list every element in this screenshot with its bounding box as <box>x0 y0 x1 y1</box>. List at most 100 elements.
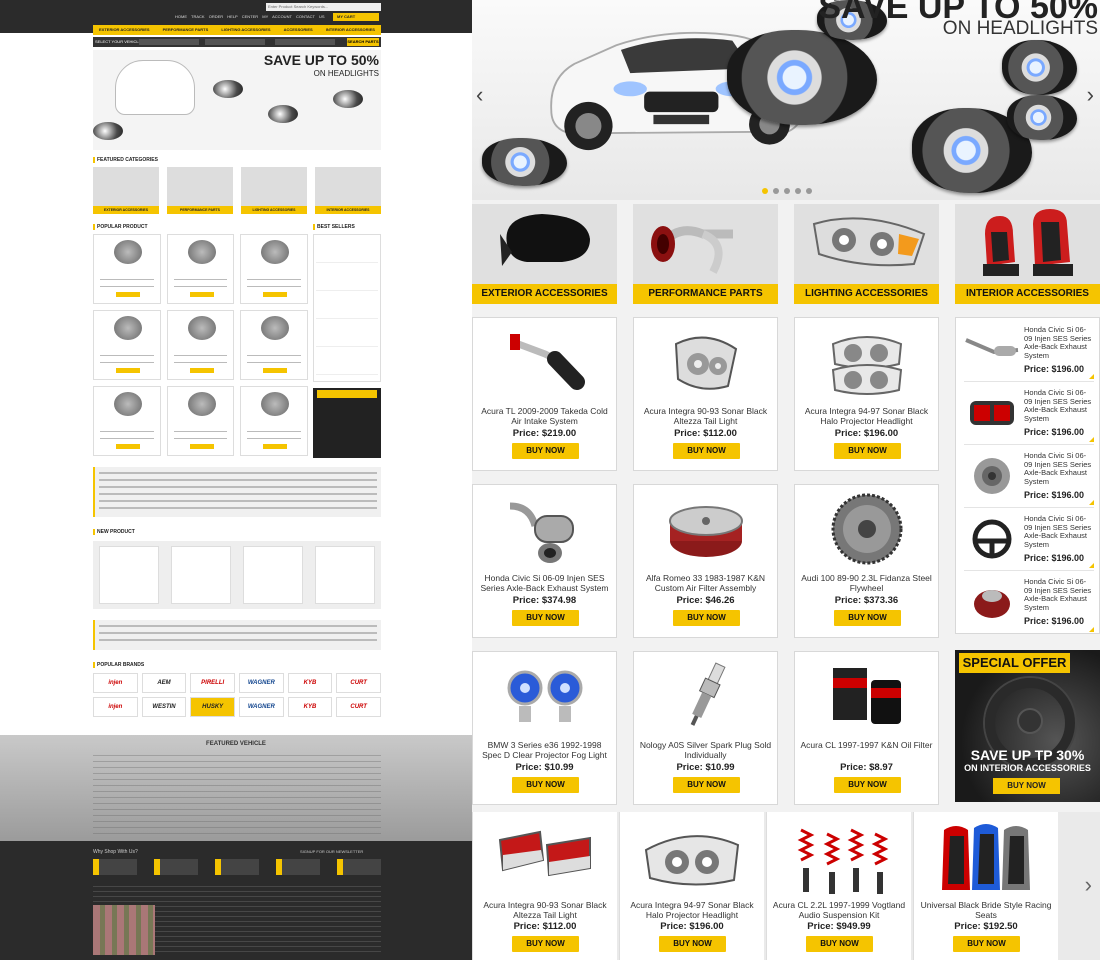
hero-banner[interactable]: ‹ › SAVE UP TO 50% ON HEADLIGHTS <box>472 0 1100 200</box>
brand-logo[interactable]: CURT <box>336 673 381 693</box>
thumb-year-select[interactable] <box>139 39 199 45</box>
thumb-category-card[interactable]: LIGHTING ACCESSORIES <box>241 167 307 214</box>
best-seller-name[interactable]: Honda Civic Si 06-09 Injen SES Series Ax… <box>1024 388 1094 423</box>
buy-now-button[interactable]: BUY NOW <box>512 777 579 793</box>
thumb-top-links[interactable]: HOME TRACK ORDER HELP CENTER MY ACCOUNT … <box>175 14 325 19</box>
product-card[interactable]: Acura TL 2009-2009 Takeda Cold Air Intak… <box>472 317 617 471</box>
brand-logo[interactable]: AEM <box>141 673 187 693</box>
product-card[interactable]: Alfa Romeo 33 1983-1987 K&N Custom Air F… <box>633 484 778 638</box>
best-seller-name[interactable]: Honda Civic Si 06-09 Injen SES Series Ax… <box>1024 514 1094 549</box>
product-name[interactable]: Alfa Romeo 33 1983-1987 K&N Custom Air F… <box>638 573 773 593</box>
best-seller-item[interactable]: Honda Civic Si 06-09 Injen SES Series Ax… <box>964 513 1094 571</box>
chevron-right-icon[interactable]: › <box>1085 872 1092 898</box>
brand-logo[interactable]: injen <box>93 673 138 693</box>
product-name[interactable]: Acura Integra 90-93 Sonar Black Altezza … <box>477 900 613 920</box>
product-name[interactable]: Audi 100 89-90 2.3L Fidanza Steel Flywhe… <box>799 573 934 593</box>
carousel-dot[interactable] <box>806 188 812 194</box>
product-name[interactable]: Acura Integra 90-93 Sonar Black Altezza … <box>638 406 773 426</box>
carousel-dot[interactable] <box>773 188 779 194</box>
special-offer-banner[interactable]: SPECIAL OFFER SAVE UP TP 30% ON INTERIOR… <box>955 650 1100 802</box>
product-card[interactable]: Acura Integra 90-93 Sonar Black Altezza … <box>633 317 778 471</box>
best-seller-name[interactable]: Honda Civic Si 06-09 Injen SES Series Ax… <box>1024 325 1094 360</box>
thumb-nav-item[interactable]: PERFORMANCE PARTS <box>163 25 209 35</box>
thumb-buy-button[interactable] <box>189 368 214 373</box>
thumb-vehicle-links[interactable] <box>93 755 381 835</box>
carousel-dot[interactable] <box>762 188 768 194</box>
thumb-newsletter[interactable]: SIGNUP FOR OUR NEWSLETTER <box>300 849 363 854</box>
product-card[interactable]: BMW 3 Series e36 1992-1998 Spec D Clear … <box>472 651 617 805</box>
best-seller-name[interactable]: Honda Civic Si 06-09 Injen SES Series Ax… <box>1024 451 1094 486</box>
best-seller-name[interactable]: Honda Civic Si 06-09 Injen SES Series Ax… <box>1024 577 1094 612</box>
thumb-category-card[interactable]: PERFORMANCE PARTS <box>167 167 233 214</box>
brand-logo[interactable]: CURT <box>336 697 381 717</box>
product-name[interactable]: Nology A0S Silver Spark Plug Sold Indivi… <box>638 740 773 760</box>
new-product-card[interactable]: Acura Integra 94-97 Sonar Black Halo Pro… <box>619 812 764 960</box>
brand-logo[interactable]: HUSKY <box>190 697 235 717</box>
thumb-buy-button[interactable] <box>116 368 140 373</box>
brand-logo[interactable]: WAGNER <box>239 697 284 717</box>
brand-logo[interactable]: injen <box>93 697 138 717</box>
buy-now-button[interactable]: BUY NOW <box>834 443 901 459</box>
thumb-product-card[interactable] <box>240 234 308 304</box>
best-seller-item[interactable]: Honda Civic Si 06-09 Injen SES Series Ax… <box>964 324 1094 382</box>
category-exterior[interactable]: EXTERIOR ACCESSORIES <box>472 204 617 304</box>
best-seller-item[interactable]: Honda Civic Si 06-09 Injen SES Series Ax… <box>964 450 1094 508</box>
product-card[interactable]: Audi 100 89-90 2.3L Fidanza Steel Flywhe… <box>794 484 939 638</box>
buy-now-button[interactable]: BUY NOW <box>659 936 726 952</box>
thumb-product-card[interactable] <box>240 386 308 456</box>
thumb-model-select[interactable] <box>275 39 335 45</box>
product-name[interactable]: Acura CL 2.2L 1997-1999 Vogtland Audio S… <box>771 900 907 920</box>
product-name[interactable]: BMW 3 Series e36 1992-1998 Spec D Clear … <box>477 740 612 760</box>
best-seller-item[interactable]: Honda Civic Si 06-09 Injen SES Series Ax… <box>964 576 1094 634</box>
thumb-new-card[interactable] <box>315 546 375 604</box>
new-product-card[interactable]: Universal Black Bride Style Racing Seats… <box>913 812 1058 960</box>
thumb-product-card[interactable] <box>166 386 235 456</box>
buy-now-button[interactable]: BUY NOW <box>512 936 579 952</box>
thumb-product-card[interactable] <box>240 310 308 380</box>
thumb-buy-button[interactable] <box>116 444 140 449</box>
thumb-best-item[interactable] <box>316 291 378 319</box>
thumb-make-select[interactable] <box>205 39 265 45</box>
thumb-nav-item[interactable]: ACCESSORIES <box>284 25 313 35</box>
thumb-search-parts-button[interactable]: SEARCH PARTS <box>347 38 379 46</box>
thumb-category-card[interactable]: EXTERIOR ACCESSORIES <box>93 167 159 214</box>
thumb-best-item[interactable] <box>316 347 378 375</box>
product-card[interactable]: Acura Integra 94-97 Sonar Black Halo Pro… <box>794 317 939 471</box>
product-name[interactable]: Acura TL 2009-2009 Takeda Cold Air Intak… <box>477 406 612 426</box>
new-product-card[interactable]: Acura Integra 90-93 Sonar Black Altezza … <box>472 812 617 960</box>
new-product-card[interactable]: Acura CL 2.2L 1997-1999 Vogtland Audio S… <box>766 812 911 960</box>
buy-now-button[interactable]: BUY NOW <box>834 610 901 626</box>
thumb-best-item[interactable] <box>316 319 378 347</box>
buy-now-button[interactable]: BUY NOW <box>953 936 1020 952</box>
thumb-buy-button[interactable] <box>116 292 140 297</box>
thumb-best-item[interactable] <box>316 263 378 291</box>
thumb-product-card[interactable] <box>93 234 161 304</box>
category-performance[interactable]: PERFORMANCE PARTS <box>633 204 778 304</box>
chevron-right-icon[interactable]: › <box>1087 82 1094 108</box>
product-name[interactable]: Honda Civic Si 06-09 Injen SES Series Ax… <box>477 573 612 593</box>
thumb-new-card[interactable] <box>171 546 231 604</box>
thumb-best-item[interactable] <box>316 235 378 263</box>
buy-now-button[interactable]: BUY NOW <box>512 610 579 626</box>
thumb-buy-button[interactable] <box>189 292 214 297</box>
brand-logo[interactable]: WESTIN <box>141 697 187 717</box>
product-name[interactable]: Acura CL 1997-1997 K&N Oil Filter <box>799 740 934 750</box>
thumb-special-offer[interactable] <box>313 388 381 458</box>
buy-now-button[interactable]: BUY NOW <box>806 936 873 952</box>
product-name[interactable]: Acura Integra 94-97 Sonar Black Halo Pro… <box>624 900 760 920</box>
product-card[interactable]: Nology A0S Silver Spark Plug Sold Indivi… <box>633 651 778 805</box>
buy-now-button[interactable]: BUY NOW <box>673 777 740 793</box>
thumb-nav-item[interactable]: LIGHTING ACCESSORIES <box>221 25 270 35</box>
product-name[interactable]: Acura Integra 94-97 Sonar Black Halo Pro… <box>799 406 934 426</box>
thumb-product-card[interactable] <box>166 310 235 380</box>
brand-logo[interactable]: WAGNER <box>239 673 284 693</box>
product-card[interactable]: Honda Civic Si 06-09 Injen SES Series Ax… <box>472 484 617 638</box>
category-interior[interactable]: INTERIOR ACCESSORIES <box>955 204 1100 304</box>
carousel-dot[interactable] <box>795 188 801 194</box>
thumb-buy-button[interactable] <box>189 444 214 449</box>
thumb-category-card[interactable]: INTERIOR ACCESSORIES <box>315 167 381 214</box>
thumb-buy-button[interactable] <box>263 444 288 449</box>
thumb-hero-banner[interactable]: SAVE UP TO 50% ON HEADLIGHTS <box>93 50 381 150</box>
chevron-left-icon[interactable]: ‹ <box>476 82 483 108</box>
thumb-nav-item[interactable]: EXTERIOR ACCESSORIES <box>99 25 150 35</box>
